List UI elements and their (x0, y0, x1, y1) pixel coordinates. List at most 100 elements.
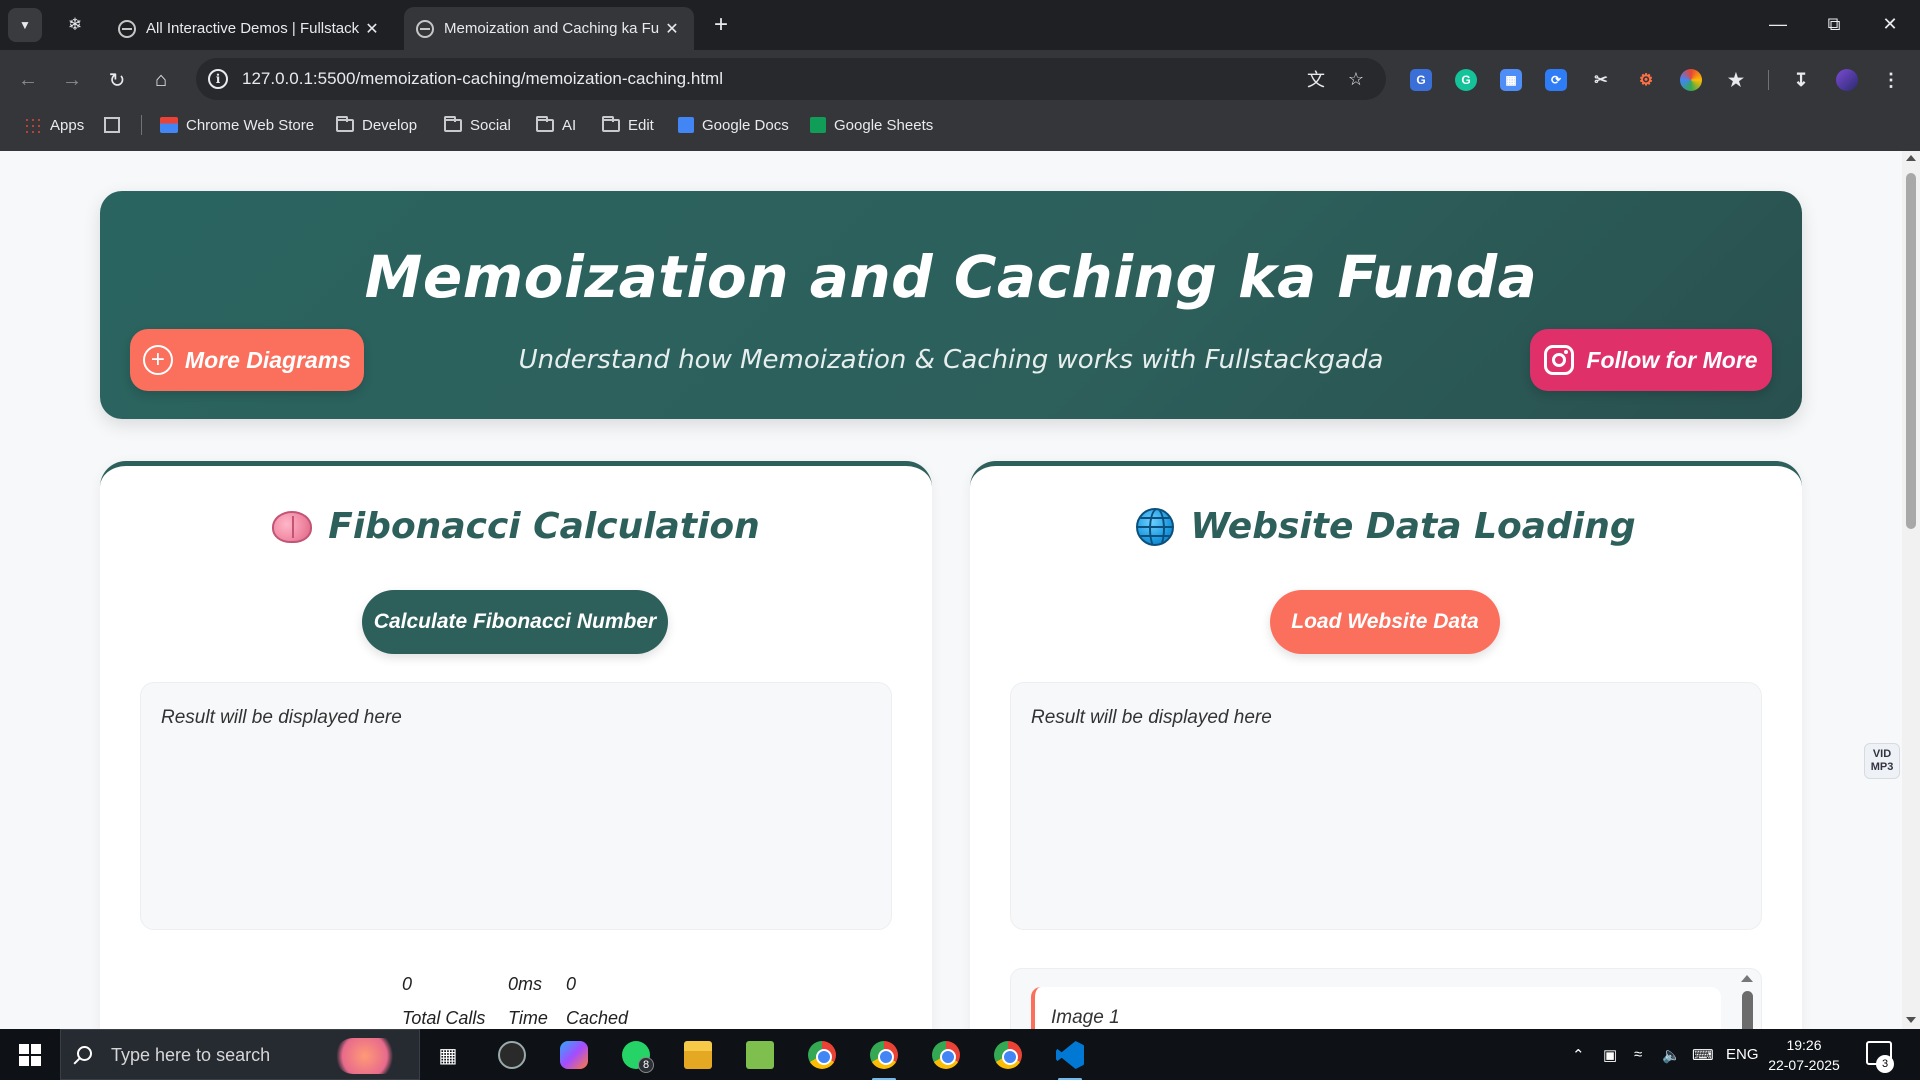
google-docs-icon (678, 117, 694, 133)
follow-instagram-button[interactable]: Follow for More (1530, 329, 1772, 391)
close-tab-icon[interactable]: ✕ (362, 19, 382, 39)
back-icon[interactable]: ← (10, 62, 46, 98)
url-text[interactable]: 127.0.0.1:5500/memoization-caching/memoi… (242, 69, 723, 89)
follow-label: Follow for More (1586, 346, 1758, 373)
docs-extension-icon[interactable]: ▦ (1500, 69, 1522, 91)
wifi-icon[interactable]: ≈ (1634, 1029, 1642, 1080)
load-website-data-button[interactable]: Load Website Data (1270, 590, 1500, 654)
vscode-icon[interactable] (1050, 1035, 1090, 1080)
reload-icon[interactable]: ↻ (99, 62, 135, 98)
scissors-extension-icon[interactable]: ✂ (1590, 69, 1612, 91)
plus-circle-icon: + (142, 345, 173, 375)
taskbar-app-icon[interactable] (492, 1035, 532, 1075)
bookmark-google-sheets[interactable]: Google Sheets (810, 112, 933, 138)
bookmark-star-icon[interactable]: ☆ (1344, 67, 1368, 91)
bookmark-google-docs[interactable]: Google Docs (678, 112, 789, 138)
file-explorer-icon[interactable] (678, 1035, 718, 1075)
restore-icon[interactable]: ⧉ (1814, 8, 1854, 40)
clock-time: 19:26 (1786, 1037, 1822, 1053)
notepad-icon[interactable] (740, 1035, 780, 1075)
pinned-tab-icon[interactable]: ❄ (58, 10, 92, 40)
chrome-active-icon[interactable] (864, 1035, 904, 1080)
tab-all-interactive-demos[interactable]: All Interactive Demos | Fullstack ✕ (106, 7, 394, 50)
close-window-icon[interactable]: ✕ (1870, 8, 1910, 40)
vid-mp3-widget[interactable]: VID MP3 (1864, 743, 1900, 779)
bookmarks-bar: Apps Chrome Web Store Develop Social AI … (0, 112, 1920, 138)
translate-extension-icon[interactable]: G (1410, 69, 1432, 91)
task-view-icon[interactable]: ▦ (428, 1035, 468, 1075)
extensions-puzzle-icon[interactable]: ★ (1725, 69, 1747, 91)
minimize-icon[interactable]: — (1758, 8, 1798, 40)
forward-icon[interactable]: → (54, 62, 90, 98)
extension-icon[interactable]: ⚙ (1635, 69, 1657, 91)
scroll-down-arrow-icon[interactable] (1906, 1017, 1916, 1023)
website-panel: Website Data Loading Load Website Data R… (970, 461, 1802, 1029)
tab-search-dropdown-icon[interactable]: ▼ (8, 8, 42, 42)
copilot-icon[interactable] (554, 1035, 594, 1075)
translate-icon[interactable]: 文 (1304, 67, 1328, 91)
widget-line-2: MP3 (1870, 761, 1894, 773)
taskbar-search-placeholder: Type here to search (111, 1045, 271, 1065)
extension-icon[interactable]: ⟳ (1545, 69, 1567, 91)
bookmark-label: AI (562, 116, 577, 134)
more-diagrams-button[interactable]: + More Diagrams (130, 329, 364, 391)
clock-date: 22-07-2025 (1768, 1057, 1840, 1073)
image-item-label: Image 1 (1051, 1007, 1120, 1028)
folder-icon (336, 115, 354, 132)
camera-tray-icon[interactable]: ▣ (1603, 1029, 1617, 1080)
profile-avatar-icon[interactable] (1836, 69, 1858, 91)
apps-grid-icon (24, 117, 42, 133)
scroll-up-arrow-icon[interactable] (1741, 975, 1753, 982)
windows-start-icon[interactable] (8, 1039, 52, 1071)
page-scrollbar[interactable] (1902, 151, 1920, 1029)
bookmark-folder-edit[interactable]: Edit (602, 112, 654, 138)
close-tab-icon[interactable]: ✕ (662, 19, 682, 39)
tab-groups-icon[interactable] (104, 112, 128, 138)
address-bar[interactable]: i 127.0.0.1:5500/memoization-caching/mem… (196, 58, 1386, 100)
page-viewport: Memoization and Caching ka Funda Underst… (0, 151, 1902, 1029)
taskbar-clock[interactable]: 19:26 22-07-2025 (1756, 1035, 1852, 1075)
brain-icon (272, 510, 313, 543)
bookmark-label: Apps (50, 116, 85, 134)
grammarly-extension-icon[interactable]: G (1455, 69, 1477, 91)
stat-value: 0ms (508, 974, 543, 994)
globe-favicon-icon (118, 19, 136, 38)
volume-icon[interactable]: 🔈 (1662, 1029, 1681, 1080)
notification-count-badge: 3 (1876, 1055, 1894, 1073)
bookmark-folder-develop[interactable]: Develop (336, 112, 417, 138)
chrome-icon[interactable] (802, 1035, 842, 1075)
globe-icon (1136, 507, 1175, 546)
search-highlight-art-icon (335, 1038, 401, 1074)
keyboard-icon[interactable]: ⌨ (1692, 1029, 1714, 1080)
fibonacci-result-text: Result will be displayed here (161, 707, 402, 728)
chrome-profile-icon[interactable] (926, 1035, 966, 1075)
home-icon[interactable]: ⌂ (143, 62, 179, 98)
show-hidden-icons-icon[interactable]: ⌃ (1572, 1029, 1585, 1080)
new-tab-icon[interactable]: + (706, 10, 736, 40)
folder-icon (536, 115, 554, 132)
language-indicator[interactable]: ENG (1726, 1029, 1759, 1080)
bookmark-apps[interactable]: Apps (24, 112, 84, 138)
globe-favicon-icon (416, 19, 434, 38)
tab-memoization-caching[interactable]: Memoization and Caching ka Fu ✕ (404, 7, 694, 50)
fibonacci-title-text: Fibonacci Calculation (328, 506, 760, 547)
whatsapp-icon[interactable]: 8 (616, 1035, 656, 1075)
chrome-profile-2-icon[interactable] (988, 1035, 1028, 1075)
scrollbar-thumb[interactable] (1906, 173, 1916, 529)
bookmark-folder-social[interactable]: Social (444, 112, 511, 138)
calculate-fibonacci-button[interactable]: Calculate Fibonacci Number (362, 590, 668, 654)
bookmark-chrome-web-store[interactable]: Chrome Web Store (160, 112, 314, 138)
hero-header: Memoization and Caching ka Funda Underst… (100, 191, 1802, 419)
taskbar-search-box[interactable]: Type here to search (60, 1029, 420, 1080)
list-scrollbar-thumb[interactable] (1742, 991, 1753, 1029)
instagram-icon (1544, 345, 1575, 375)
site-info-icon[interactable]: i (208, 69, 228, 89)
image-list[interactable]: Image 1 (1010, 968, 1762, 1029)
download-icon[interactable]: ↧ (1790, 69, 1812, 91)
website-result-box: Result will be displayed here (1010, 682, 1762, 930)
scroll-up-arrow-icon[interactable] (1906, 155, 1916, 161)
color-picker-extension-icon[interactable] (1680, 69, 1702, 91)
menu-kebab-icon[interactable]: ⋮ (1880, 69, 1902, 91)
bookmark-folder-ai[interactable]: AI (536, 112, 576, 138)
bookmark-label: Edit (628, 116, 654, 134)
